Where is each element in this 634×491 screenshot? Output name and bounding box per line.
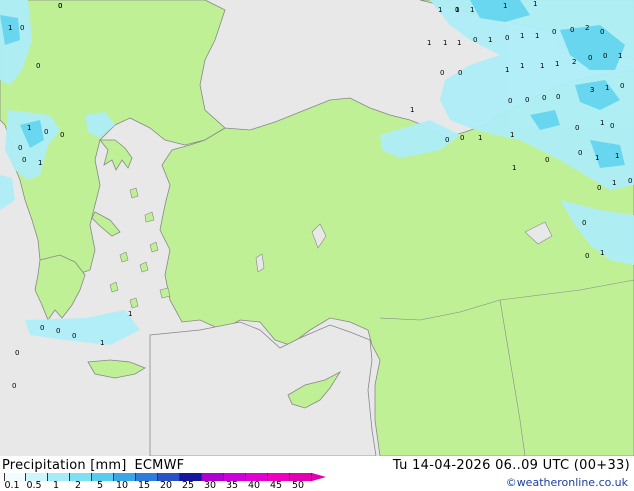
precip-point-label: 0 <box>525 96 529 104</box>
precip-point-label: 0 <box>22 156 26 164</box>
precip-point-label: 1 <box>605 84 609 92</box>
precip-point-label: 3 <box>590 86 594 94</box>
precipitation-map: 0 1 1 1 1 1 0 1 1 1 1 0 1 0 1 1 0 0 2 0 1 1 1 1 2 0 0 1 3 1 0 0 0 0 1 0 0 0 0 0… <box>0 0 634 456</box>
precip-point-label: 1 <box>520 62 524 70</box>
precip-point-label: 1 <box>535 32 539 40</box>
precip-point-label: 0 <box>600 28 604 36</box>
eastern-mediterranean-sea <box>149 321 377 456</box>
precip-point-label: 1 <box>100 339 104 347</box>
precip-point-label: 0 <box>588 54 592 62</box>
precip-point-label: 1 <box>512 164 516 172</box>
precip-point-label: 0 <box>597 184 601 192</box>
precip-point-label: 1 <box>470 6 474 14</box>
precip-point-label: 1 <box>478 134 482 142</box>
precip-point-label: 0 <box>60 131 64 139</box>
valid-time-label: Tu 14-04-2026 06..09 UTC (00+33) <box>392 458 630 473</box>
precip-point-label: 1 <box>615 152 619 160</box>
precip-point-label: 1 <box>38 159 42 167</box>
precip-point-label: 0 <box>72 332 76 340</box>
precip-point-label: 0 <box>628 177 632 185</box>
precip-point-label: 0 <box>545 156 549 164</box>
scale-swatch <box>92 473 114 481</box>
product-label: Precipitation [mm] <box>2 458 127 473</box>
precip-point-label: 0 <box>440 69 444 77</box>
precip-point-label: 1 <box>600 249 604 257</box>
precip-point-label: 1 <box>540 62 544 70</box>
precip-point-label: 0 <box>20 24 24 32</box>
precip-point-label: 0 <box>620 82 624 90</box>
precip-point-label: 1 <box>505 66 509 74</box>
scale-swatch <box>48 473 70 481</box>
precip-point-label: 0 <box>575 124 579 132</box>
precip-point-label: 0 <box>40 324 44 332</box>
precip-point-label: 1 <box>618 52 622 60</box>
precip-point-label: 1 <box>533 0 537 8</box>
precip-point-label: 0 <box>603 52 607 60</box>
precip-point-label: 0 <box>552 28 556 36</box>
scale-arrow-tip <box>312 473 326 481</box>
map-title: Precipitation [mm] ECMWF <box>2 458 184 473</box>
precip-point-label: 0 <box>610 122 614 130</box>
precip-point-label: 1 <box>128 310 132 318</box>
precip-point-label: 0 <box>56 327 60 335</box>
precip-point-label: 1 <box>27 124 31 132</box>
precip-point-label: 0 <box>460 134 464 142</box>
precip-point-label: 0 <box>458 69 462 77</box>
scale-swatch <box>70 473 92 481</box>
precip-point-label: 1 <box>510 131 514 139</box>
precip-point-label: 0 <box>570 26 574 34</box>
precip-point-label: 0 <box>455 6 459 14</box>
precip-point-label: 1 <box>503 2 507 10</box>
map-footer: Precipitation [mm] ECMWF Tu 14-04-2026 06… <box>0 456 634 491</box>
precip-point-label: 1 <box>488 36 492 44</box>
model-label: ECMWF <box>134 458 185 473</box>
precip-point-label: 0 <box>505 34 509 42</box>
precip-point-label: 0 <box>445 136 449 144</box>
precip-point-label: 0 <box>15 349 19 357</box>
precip-point-label: 1 <box>427 39 431 47</box>
precip-point-label: 0 <box>585 252 589 260</box>
precip-point-label: 0 <box>58 2 62 10</box>
precip-point-label: 1 <box>595 154 599 162</box>
precip-point-label: 0 <box>542 94 546 102</box>
precip-point-label: 1 <box>600 119 604 127</box>
credit-link[interactable]: ©weatheronline.co.uk <box>506 476 628 489</box>
precip-point-label: 1 <box>410 106 414 114</box>
precip-point-label: 1 <box>520 32 524 40</box>
precip-point-label: 0 <box>44 128 48 136</box>
precip-point-label: 0 <box>473 36 477 44</box>
precip-point-label: 0 <box>18 144 22 152</box>
precip-point-label: 1 <box>438 6 442 14</box>
precip-point-label: 1 <box>457 39 461 47</box>
precip-point-label: 0 <box>36 62 40 70</box>
precip-point-label: 0 <box>582 219 586 227</box>
precip-point-label: 0 <box>556 93 560 101</box>
precip-point-label: 0 <box>508 97 512 105</box>
precip-point-label: 1 <box>443 39 447 47</box>
precip-point-label: 0 <box>12 382 16 390</box>
precip-point-label: 1 <box>612 179 616 187</box>
precip-point-label: 2 <box>585 24 589 32</box>
precip-point-label: 1 <box>8 24 12 32</box>
precip-point-label: 2 <box>572 58 576 66</box>
precip-point-label: 1 <box>555 60 559 68</box>
precip-point-label: 0 <box>578 149 582 157</box>
precipitation-color-scale <box>4 473 312 481</box>
